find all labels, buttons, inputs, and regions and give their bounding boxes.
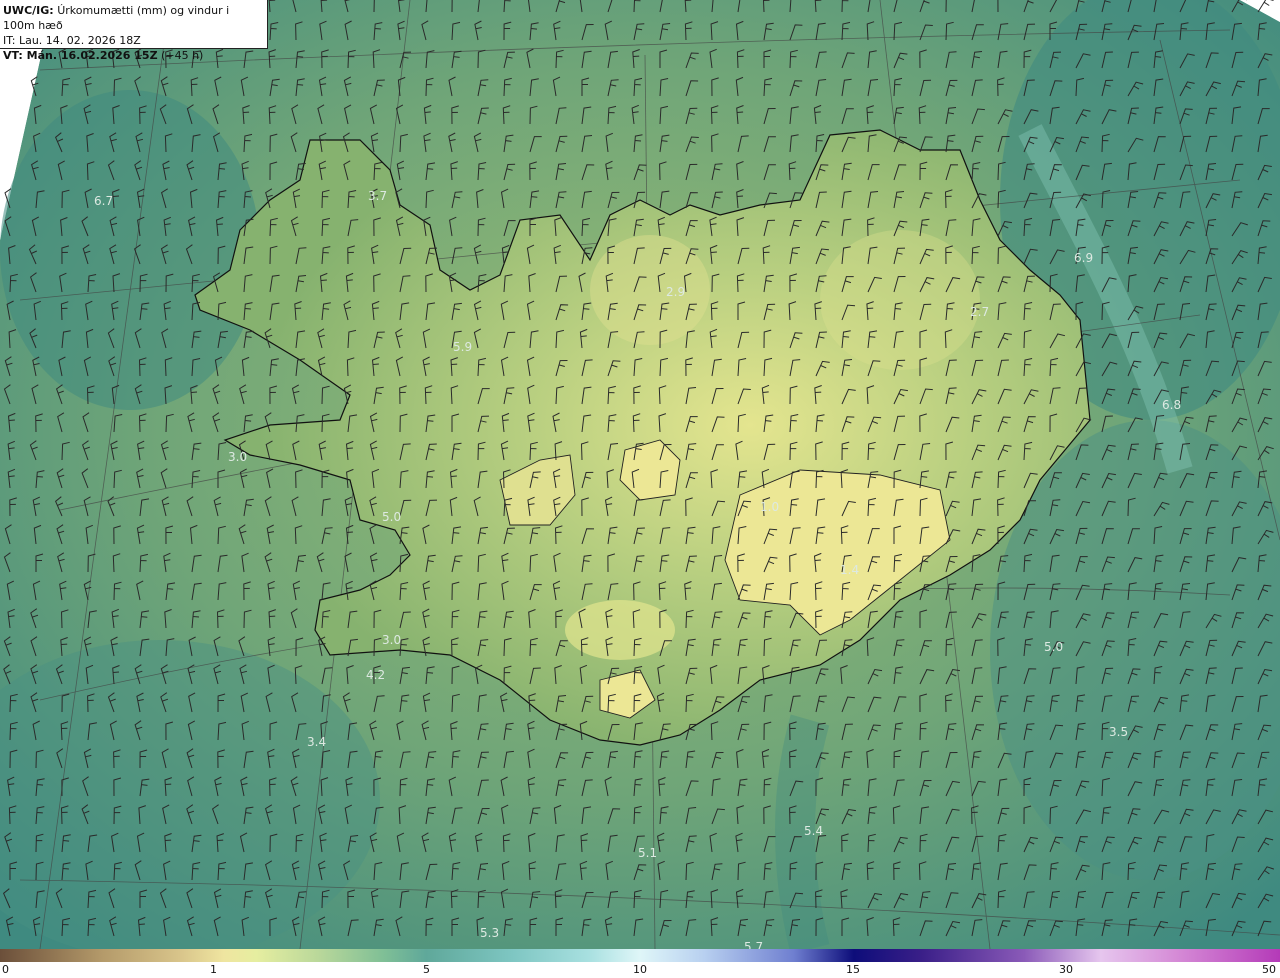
colorbar-tick-label: 50 <box>1262 963 1276 976</box>
value-label: 1.0 <box>760 500 779 514</box>
value-label: 5.0 <box>382 510 401 524</box>
value-label: 6.7 <box>94 194 113 208</box>
value-label: 6.9 <box>1074 251 1093 265</box>
value-label: 5.0 <box>1044 640 1063 654</box>
product-name: UWC/IG: <box>3 4 54 17</box>
colorbar-tick-label: 1 <box>210 963 217 976</box>
map-title-box: UWC/IG: Úrkomumætti (mm) og vindur i 100… <box>0 0 268 62</box>
value-label: 5.9 <box>453 340 472 354</box>
value-label: 3.7 <box>368 189 387 203</box>
value-label: 5.7 <box>744 940 763 949</box>
value-label: 2.7 <box>970 305 989 319</box>
precipitation-wind-map: 6.7 3.7 5.9 2.9 5.0 3.0 4.2 3.4 3.0 1.0 … <box>0 0 1280 949</box>
dry-band <box>0 90 260 410</box>
colorbar-tick-label: 0 <box>2 963 9 976</box>
value-label: 3.0 <box>228 450 247 464</box>
value-label: 5.1 <box>638 846 657 860</box>
colorbar-tick-label: 15 <box>846 963 860 976</box>
value-label: 5.3 <box>480 926 499 940</box>
value-label: 3.5 <box>1109 725 1128 739</box>
colorbar-tick-label: 10 <box>633 963 647 976</box>
lead-time: (+45 h) <box>161 49 204 62</box>
valid-time: VT: Mán. 16.02.2026 15Z <box>3 49 158 62</box>
value-label: 5.4 <box>804 824 823 838</box>
colorbar-gradient <box>0 949 1280 962</box>
colorbar-tick-label: 5 <box>423 963 430 976</box>
value-label: 1.4 <box>840 563 859 577</box>
value-label: 3.4 <box>307 735 326 749</box>
value-label: 6.8 <box>1162 398 1181 412</box>
value-label: 4.2 <box>366 668 385 682</box>
value-label: 2.9 <box>666 285 685 299</box>
highland-precip <box>820 230 980 370</box>
value-label: 3.0 <box>382 633 401 647</box>
colorbar: 0 1 5 10 15 30 50 <box>0 949 1280 978</box>
issue-time: IT: Lau. 14. 02. 2026 18Z <box>3 34 141 47</box>
colorbar-tick-label: 30 <box>1059 963 1073 976</box>
